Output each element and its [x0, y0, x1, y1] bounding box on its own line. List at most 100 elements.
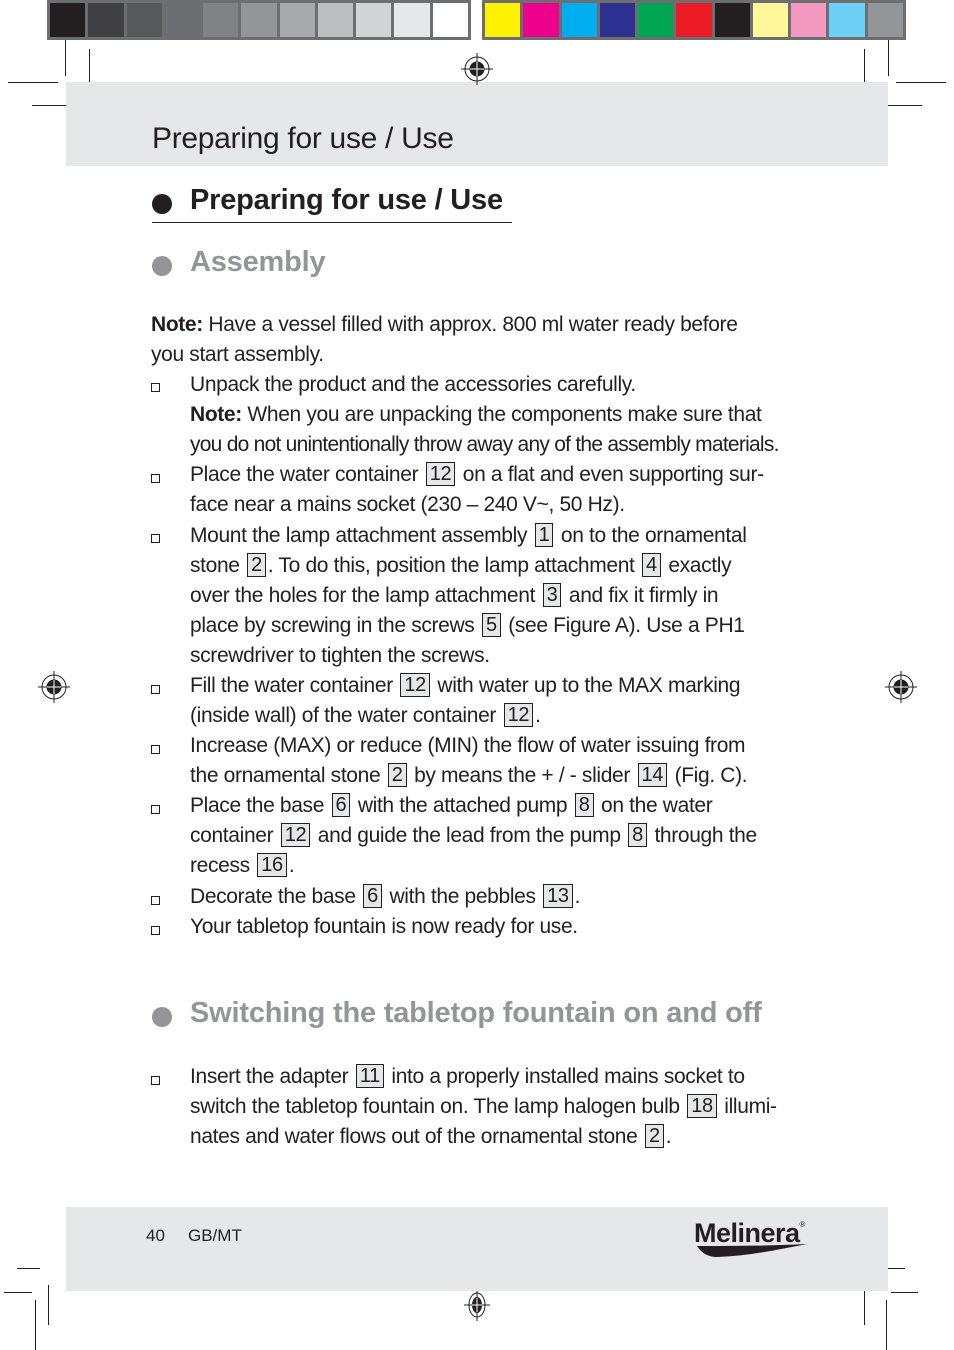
item-text: place by screwing in the screws [190, 614, 475, 637]
list-item: Place the base 6 with the attached pump … [190, 791, 713, 821]
item-text: recess [190, 854, 250, 877]
color-swatch [752, 3, 789, 37]
bullet-dot-icon [152, 194, 172, 214]
color-swatch [599, 3, 636, 37]
list-item-cont: (inside wall) of the water container 12. [190, 701, 541, 731]
list-item-cont: recess 16. [190, 851, 295, 881]
note-text: When you are unpacking the components ma… [241, 403, 762, 426]
crop-mark [65, 40, 66, 76]
item-text: (see Figure A). Use a PH1 [508, 614, 745, 637]
item-text: face near a mains socket (230 – 240 V~, … [190, 493, 625, 516]
color-swatch [676, 3, 712, 37]
item-text: Increase (MAX) or reduce (MIN) the flow … [190, 734, 746, 757]
registration-mark-icon [885, 671, 917, 703]
color-swatch [164, 3, 201, 37]
list-item-cont: container 12 and guide the lead from the… [190, 821, 757, 851]
crop-mark [886, 1300, 887, 1350]
list-item: Unpack the product and the accessories c… [190, 370, 636, 400]
list-item-note: Note: When you are unpacking the compone… [190, 400, 762, 430]
part-number-ref: 1 [534, 523, 554, 547]
registered-mark: ® [799, 1220, 806, 1229]
color-swatch [523, 3, 559, 37]
color-swatch [714, 3, 750, 37]
item-text: (inside wall) of the water container [190, 704, 497, 727]
item-text: Decorate the base [190, 885, 356, 908]
list-item: Your tabletop fountain is now ready for … [190, 912, 578, 942]
item-text: container [190, 824, 274, 847]
item-text: . [535, 704, 541, 727]
checkbox-bullet-icon [151, 534, 160, 543]
item-text: through the [654, 824, 757, 847]
color-swatch [485, 3, 521, 37]
item-text: by means the + / - slider [414, 764, 631, 787]
item-text: with water up to the MAX marking [437, 674, 741, 697]
part-number-ref: 12 [280, 823, 311, 847]
part-number-ref: 2 [247, 553, 266, 577]
item-text: with the pebbles [389, 885, 536, 908]
crop-mark [896, 82, 946, 83]
page-header-title: Preparing for use / Use [152, 122, 454, 155]
item-text: Place the water container [190, 463, 419, 486]
part-number-ref: 14 [637, 763, 668, 787]
list-item-cont: the ornamental stone 2 by means the + / … [190, 761, 748, 791]
list-item-cont: stone 2. To do this, position the lamp a… [190, 551, 732, 581]
item-text: exactly [668, 554, 732, 577]
color-swatch [561, 3, 597, 37]
checkbox-bullet-icon [151, 896, 160, 905]
part-number-ref: 5 [481, 613, 501, 637]
item-text: illumi- [724, 1095, 777, 1118]
assembly-note-cont: you start assembly. [151, 340, 324, 370]
item-text: nates and water flows out of the ornamen… [190, 1125, 638, 1148]
part-number-ref: 12 [425, 462, 456, 486]
part-number-ref: 18 [687, 1094, 717, 1118]
list-item: Place the water container 12 on a flat a… [190, 460, 764, 490]
item-text: on to the ornamental [560, 524, 747, 547]
item-text: Fill the water container [190, 674, 393, 697]
checkbox-bullet-icon [151, 805, 160, 814]
item-text: stone [190, 554, 240, 577]
part-number-ref: 13 [543, 884, 573, 908]
color-swatch [88, 3, 124, 37]
part-number-ref: 6 [363, 884, 382, 908]
item-text: . [288, 854, 295, 877]
crop-mark [864, 1285, 865, 1325]
list-item: Increase (MAX) or reduce (MIN) the flow … [190, 731, 746, 761]
item-text: . [574, 885, 581, 908]
checkbox-bullet-icon [151, 926, 160, 935]
item-text: Place the base [190, 794, 325, 817]
brand-swoosh-icon [697, 1244, 807, 1257]
note-label: Note: [151, 313, 203, 336]
item-text: and guide the lead from the pump [317, 824, 621, 847]
list-item: Mount the lamp attachment assembly 1 on … [190, 521, 747, 551]
note-text: you start assembly. [151, 343, 324, 366]
color-swatch [829, 3, 865, 37]
note-label: Note: [190, 403, 242, 426]
part-number-ref: 16 [257, 853, 287, 877]
crop-mark [8, 82, 58, 83]
list-item: Fill the water container 12 with water u… [190, 671, 741, 701]
color-swatch [638, 3, 674, 37]
crop-mark [891, 1292, 918, 1293]
item-text: into a properly installed mains socket t… [391, 1065, 745, 1088]
checkbox-bullet-icon [151, 1076, 160, 1085]
item-text: screwdriver to tighten the screws. [190, 644, 490, 667]
grayscale-color-bar [47, 0, 471, 40]
note-text: Have a vessel filled with approx. 800 ml… [202, 313, 738, 336]
item-text: Insert the adapter [190, 1065, 349, 1088]
color-swatch [203, 3, 239, 37]
part-number-ref: 3 [542, 583, 562, 607]
part-number-ref: 8 [628, 823, 647, 847]
part-number-ref: 4 [642, 553, 661, 577]
color-swatch [126, 3, 162, 37]
list-item-cont: screwdriver to tighten the screws. [190, 641, 490, 671]
item-text: Your tabletop fountain is now ready for … [190, 915, 578, 938]
registration-mark-icon [464, 1289, 490, 1321]
part-number-ref: 12 [503, 703, 534, 727]
item-text: (Fig. C). [674, 764, 748, 787]
list-item-cont: nates and water flows out of the ornamen… [190, 1122, 672, 1152]
item-text: switch the tabletop fountain on. The lam… [190, 1095, 680, 1118]
checkbox-bullet-icon [151, 745, 160, 754]
item-text: on a flat and even supporting sur- [462, 463, 764, 486]
color-swatch [432, 3, 468, 37]
crop-mark [4, 1292, 32, 1293]
